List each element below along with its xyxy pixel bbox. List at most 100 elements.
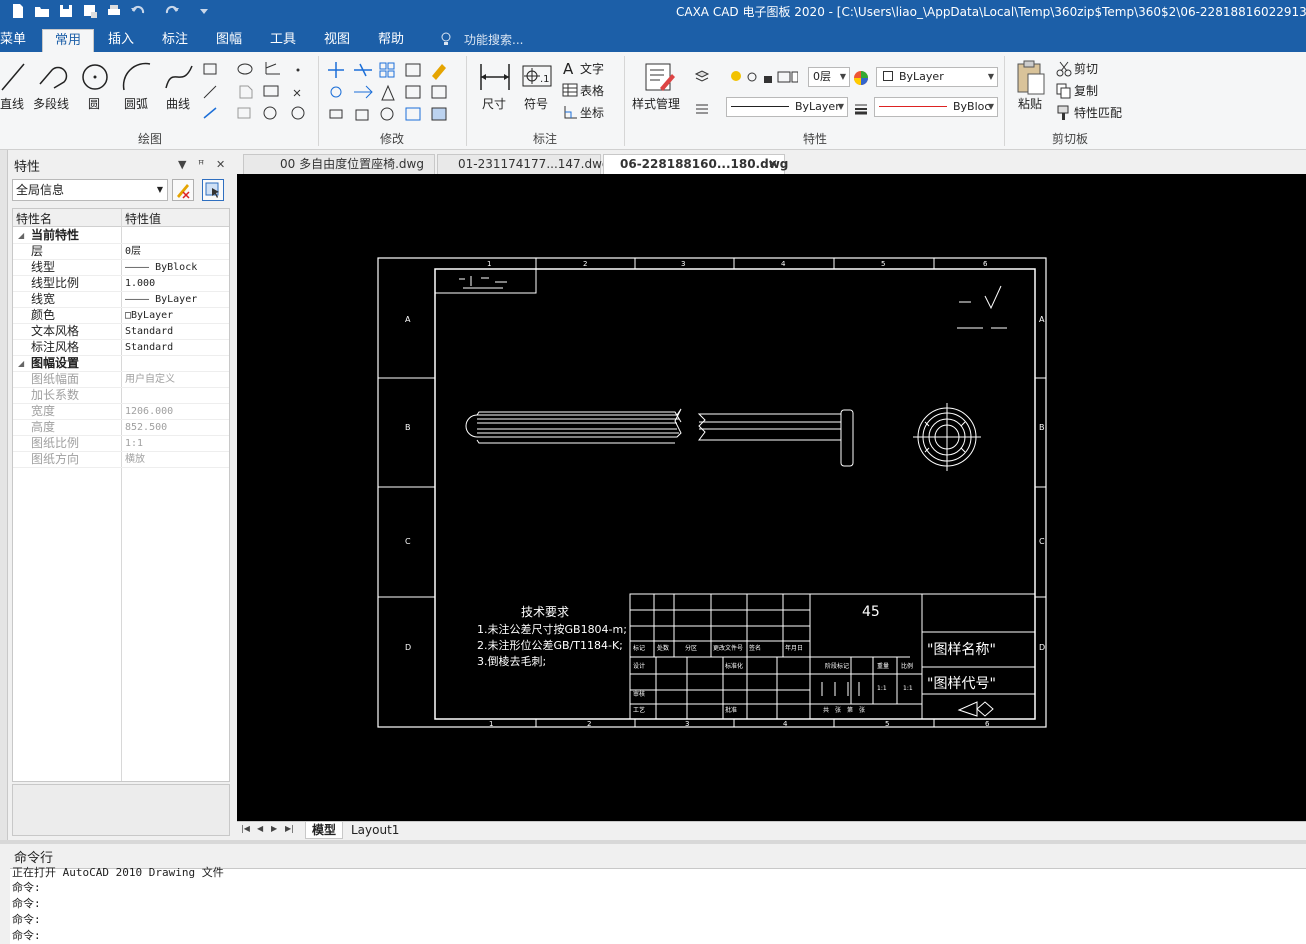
- property-row[interactable]: 颜色 □ByLayer: [13, 308, 229, 324]
- print-icon[interactable]: [106, 3, 122, 19]
- modify-tools-icon[interactable]: [326, 60, 462, 124]
- line-tool-label[interactable]: 直线: [0, 95, 24, 112]
- drawing-canvas[interactable]: 123456 123456 A B C D A B C D 标记 处数 分区 更…: [237, 174, 1306, 821]
- property-value[interactable]: 0层: [125, 244, 141, 259]
- property-row[interactable]: 标注风格 Standard: [13, 340, 229, 356]
- property-row[interactable]: 图纸幅面 用户自定义: [13, 372, 229, 388]
- linetype-combo[interactable]: ByLayer ▼: [726, 97, 848, 117]
- collapse-triangle-icon[interactable]: ◢: [18, 356, 24, 371]
- property-value[interactable]: 1.000: [125, 276, 155, 291]
- property-row[interactable]: 图纸比例 1:1: [13, 436, 229, 452]
- layer-combo[interactable]: 0层 ▼: [808, 67, 850, 87]
- polyline-tool-label[interactable]: 多段线: [33, 95, 69, 112]
- color-combo[interactable]: ByLayer ▼: [876, 67, 998, 87]
- property-filter-combo[interactable]: 全局信息 ▼: [12, 179, 168, 201]
- property-value[interactable]: □ByLayer: [125, 308, 173, 323]
- new-file-icon[interactable]: [10, 3, 26, 19]
- symbol-tool-label[interactable]: 符号: [524, 95, 548, 112]
- next-layout-icon[interactable]: ▶: [271, 824, 277, 833]
- lineweight-manager-icon[interactable]: [853, 100, 869, 116]
- tab-layout1[interactable]: Layout1: [345, 822, 405, 839]
- symbol-tool-icon[interactable]: .1: [520, 60, 554, 94]
- curve-tool-icon[interactable]: [162, 60, 196, 94]
- copy-icon[interactable]: [1056, 83, 1072, 99]
- property-row[interactable]: 层 0层: [13, 244, 229, 260]
- property-category[interactable]: ◢ 图幅设置: [13, 356, 229, 372]
- pin-icon[interactable]: ꟸ: [198, 158, 204, 171]
- customize-qa-icon[interactable]: [196, 3, 212, 19]
- property-row[interactable]: 文本风格 Standard: [13, 324, 229, 340]
- color-wheel-icon[interactable]: [853, 70, 869, 86]
- style-manage-label[interactable]: 样式管理: [632, 95, 680, 112]
- doc-tab-01[interactable]: 01-231174177...147.dwg: [437, 154, 610, 174]
- match-properties-icon[interactable]: [1056, 105, 1072, 121]
- tab-annotate[interactable]: 标注: [154, 29, 196, 52]
- paste-label[interactable]: 粘贴: [1018, 95, 1042, 112]
- quick-select-button[interactable]: [172, 179, 194, 201]
- property-value[interactable]: ———— ByLayer: [125, 292, 197, 307]
- circle-tool-icon[interactable]: [80, 60, 110, 94]
- line-tool-icon[interactable]: [0, 60, 28, 94]
- lineweight-combo[interactable]: ByBloc ▼: [874, 97, 998, 117]
- cut-icon[interactable]: [1056, 61, 1072, 77]
- tab-tools[interactable]: 工具: [262, 29, 304, 52]
- tab-model[interactable]: 模型: [305, 822, 344, 839]
- select-objects-button[interactable]: [202, 179, 224, 201]
- table-tool-label[interactable]: 表格: [580, 82, 604, 99]
- tab-view[interactable]: 视图: [316, 29, 358, 52]
- text-tool-label[interactable]: 文字: [580, 60, 604, 77]
- tab-sheet[interactable]: 图幅: [208, 29, 250, 52]
- property-row[interactable]: 线型 ———— ByBlock: [13, 260, 229, 276]
- circle-tool-label[interactable]: 圆: [88, 95, 100, 112]
- dimension-tool-label[interactable]: 尺寸: [482, 95, 506, 112]
- save-icon[interactable]: [58, 3, 74, 19]
- curve-tool-label[interactable]: 曲线: [166, 95, 190, 112]
- splitter[interactable]: [0, 840, 1306, 844]
- close-tab-icon[interactable]: ✕: [768, 155, 778, 173]
- property-row[interactable]: 线宽 ———— ByLayer: [13, 292, 229, 308]
- first-layout-icon[interactable]: |◀: [241, 824, 250, 833]
- property-value[interactable]: Standard: [125, 340, 173, 355]
- close-icon[interactable]: ✕: [216, 158, 225, 171]
- collapse-triangle-icon[interactable]: ◢: [18, 228, 24, 243]
- layer-state-icons[interactable]: [728, 68, 798, 86]
- panel-menu-icon[interactable]: ▼: [178, 158, 186, 171]
- paste-icon[interactable]: [1014, 60, 1048, 96]
- linetype-manager-icon[interactable]: [694, 100, 710, 116]
- polyline-tool-icon[interactable]: [36, 60, 70, 94]
- arc-tool-icon[interactable]: [120, 60, 154, 94]
- tab-menu[interactable]: 菜单: [0, 29, 34, 52]
- coordinate-tool-icon[interactable]: [562, 104, 578, 120]
- feature-search-input[interactable]: 功能搜索...: [464, 31, 523, 48]
- property-value[interactable]: Standard: [125, 324, 173, 339]
- property-row[interactable]: 线型比例 1.000: [13, 276, 229, 292]
- tab-common[interactable]: 常用: [42, 29, 94, 52]
- property-value[interactable]: ———— ByBlock: [125, 260, 197, 275]
- layer-manager-icon[interactable]: [694, 68, 710, 84]
- redo-icon[interactable]: [164, 3, 180, 19]
- property-row[interactable]: 加长系数: [13, 388, 229, 404]
- style-manage-icon[interactable]: [642, 60, 676, 94]
- left-dock-strip[interactable]: [0, 150, 8, 840]
- property-row[interactable]: 图纸方向 横放: [13, 452, 229, 468]
- text-tool-icon[interactable]: A: [562, 60, 578, 76]
- tab-insert[interactable]: 插入: [100, 29, 142, 52]
- cut-label[interactable]: 剪切: [1074, 60, 1098, 77]
- property-category[interactable]: ◢ 当前特性: [13, 228, 229, 244]
- coordinate-tool-label[interactable]: 坐标: [580, 104, 604, 121]
- open-folder-icon[interactable]: [34, 3, 50, 19]
- match-properties-label[interactable]: 特性匹配: [1074, 104, 1122, 121]
- dimension-tool-icon[interactable]: [478, 60, 512, 94]
- copy-label[interactable]: 复制: [1074, 82, 1098, 99]
- last-layout-icon[interactable]: ▶|: [285, 824, 294, 833]
- table-tool-icon[interactable]: [562, 82, 578, 98]
- tab-help[interactable]: 帮助: [370, 29, 412, 52]
- draw-small-tools-icon[interactable]: [200, 60, 310, 124]
- property-row[interactable]: 高度 852.500: [13, 420, 229, 436]
- prev-layout-icon[interactable]: ◀: [257, 824, 263, 833]
- arc-tool-label[interactable]: 圆弧: [124, 95, 148, 112]
- property-row[interactable]: 宽度 1206.000: [13, 404, 229, 420]
- save-as-icon[interactable]: [82, 3, 98, 19]
- undo-icon[interactable]: [130, 3, 146, 19]
- doc-tab-seat[interactable]: 00 多自由度位置座椅.dwg: [243, 154, 435, 174]
